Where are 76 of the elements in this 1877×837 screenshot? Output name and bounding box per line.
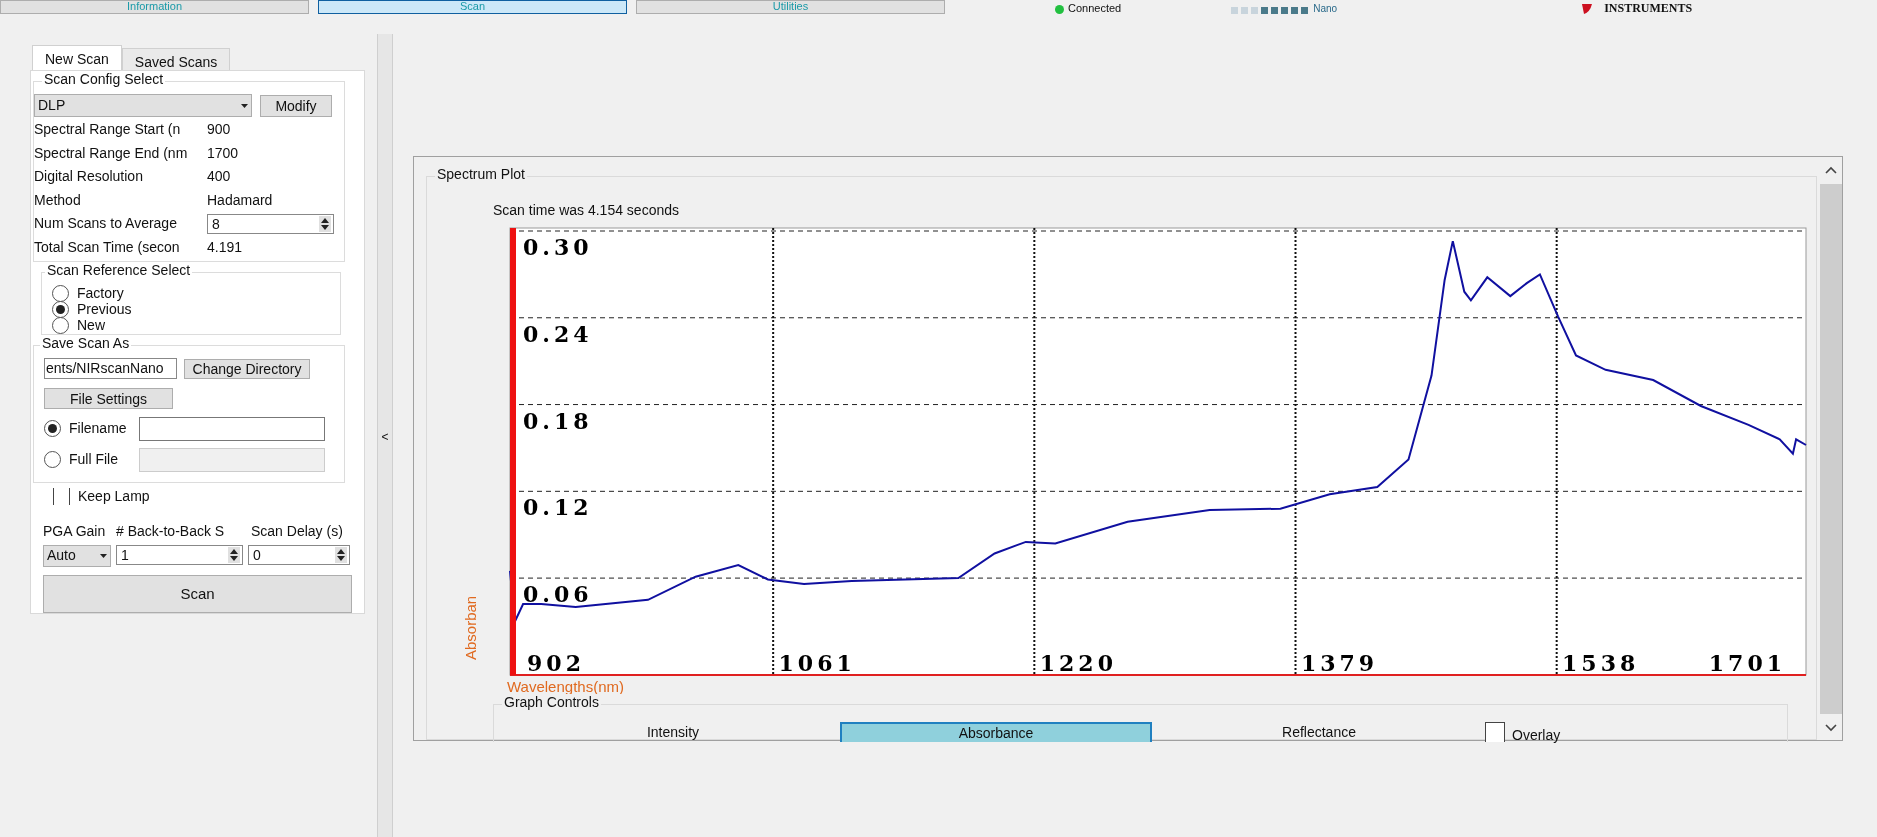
mode-button[interactable]: Reflectance bbox=[1163, 722, 1475, 742]
field-label: Spectral Range Start (n bbox=[34, 120, 182, 140]
x-tick-label: 1538 bbox=[1562, 650, 1640, 676]
field-label: Spectral Range End (nm bbox=[34, 143, 189, 163]
scan-time-text: Scan time was 4.154 seconds bbox=[493, 202, 679, 218]
radio-button[interactable] bbox=[44, 420, 61, 437]
logo-text: Nano bbox=[1313, 4, 1338, 14]
radio-button[interactable] bbox=[52, 300, 69, 318]
scan-button[interactable]: Scan bbox=[43, 574, 352, 613]
group-title: Scan Config Select bbox=[42, 72, 166, 86]
status-label: Connected bbox=[1068, 3, 1122, 14]
field-label: PGA Gain bbox=[43, 521, 107, 541]
x-tick-label: 1379 bbox=[1300, 650, 1379, 676]
radio-label: Filename bbox=[69, 419, 128, 438]
panel-tab[interactable]: New Scan bbox=[32, 45, 122, 70]
filename-field[interactable] bbox=[139, 416, 325, 441]
scroll-down-icon[interactable] bbox=[1824, 724, 1837, 732]
radio-button[interactable] bbox=[52, 284, 69, 302]
spinner-arrows-icon[interactable] bbox=[335, 546, 347, 563]
radio-label: New bbox=[77, 318, 105, 332]
radio-button[interactable] bbox=[44, 451, 61, 468]
gain-dropdown[interactable]: Auto bbox=[43, 544, 111, 567]
x-tick-label: 1220 bbox=[1039, 650, 1117, 676]
mode-button[interactable]: Absorbance bbox=[840, 722, 1152, 742]
y-tick-label: 0.24 bbox=[523, 320, 593, 347]
modify-button[interactable]: Modify bbox=[260, 94, 332, 117]
back-to-back-spinbox[interactable]: 1 bbox=[116, 544, 243, 565]
logo-mark-icon bbox=[1582, 4, 1593, 14]
field-value: 900 bbox=[207, 120, 231, 140]
scroll-up-icon[interactable] bbox=[1824, 166, 1837, 174]
caret-icon bbox=[241, 103, 248, 108]
field-value: 400 bbox=[207, 167, 231, 187]
config-dropdown[interactable]: DLP bbox=[34, 94, 252, 117]
y-tick-label: 0.12 bbox=[523, 494, 593, 521]
group-title: Spectrum Plot bbox=[435, 167, 527, 181]
group-title: Graph Controls bbox=[502, 695, 601, 709]
radio-label: Factory bbox=[77, 286, 124, 300]
field-value: 1700 bbox=[207, 143, 239, 163]
checkbox-label: Keep Lamp bbox=[78, 486, 150, 506]
scans-spinbox[interactable]: 8 bbox=[207, 213, 334, 234]
directory-field[interactable]: ents/NIRscanNano bbox=[44, 358, 177, 379]
spinner-arrows-icon[interactable] bbox=[319, 215, 331, 232]
y-axis-label: Absorban bbox=[462, 595, 479, 660]
spinner-arrows-icon[interactable] bbox=[228, 546, 240, 563]
field-value: Hadamard bbox=[207, 190, 273, 210]
filename-field[interactable] bbox=[139, 447, 325, 472]
radio-label: Previous bbox=[77, 302, 132, 316]
splitter-handle[interactable]: < bbox=[377, 34, 393, 837]
field-label: Scan Delay (s) bbox=[251, 521, 343, 541]
field-label: Total Scan Time (secon bbox=[34, 237, 181, 257]
axis-end-label: 1701 bbox=[1708, 650, 1786, 676]
change-directory-button[interactable]: Change Directory bbox=[184, 358, 310, 379]
radio-button[interactable] bbox=[52, 316, 69, 334]
logo-text: INSTRUMENTS bbox=[1604, 2, 1693, 14]
radio-label: Full File bbox=[69, 450, 119, 469]
caret-icon bbox=[100, 553, 107, 558]
file-settings-button[interactable]: File Settings bbox=[44, 388, 173, 409]
field-value: 4.191 bbox=[207, 237, 243, 257]
mode-button[interactable]: Intensity bbox=[517, 722, 829, 742]
y-tick-label: 0.30 bbox=[523, 234, 593, 260]
field-label: Num Scans to Average bbox=[34, 214, 178, 234]
group-title: Scan Reference Select bbox=[45, 263, 193, 277]
checkbox-label: Overlay bbox=[1512, 728, 1561, 742]
panel-tab[interactable]: Saved Scans bbox=[121, 48, 231, 70]
x-tick-label: 1061 bbox=[778, 650, 856, 676]
delay-spinbox[interactable]: 0 bbox=[248, 544, 350, 565]
field-label: Digital Resolution bbox=[34, 167, 144, 187]
logo-squares-icon bbox=[1231, 6, 1310, 14]
checkbox[interactable] bbox=[53, 487, 70, 505]
field-label: # Back-to-Back S bbox=[116, 521, 226, 541]
y-tick-label: 0.18 bbox=[523, 407, 593, 434]
group-title: Save Scan As bbox=[40, 336, 132, 350]
y-tick-label: 0.06 bbox=[523, 581, 593, 608]
overlay-checkbox[interactable] bbox=[1485, 722, 1505, 742]
x-tick-label: 902 bbox=[527, 650, 585, 676]
field-label: Method bbox=[34, 190, 82, 210]
